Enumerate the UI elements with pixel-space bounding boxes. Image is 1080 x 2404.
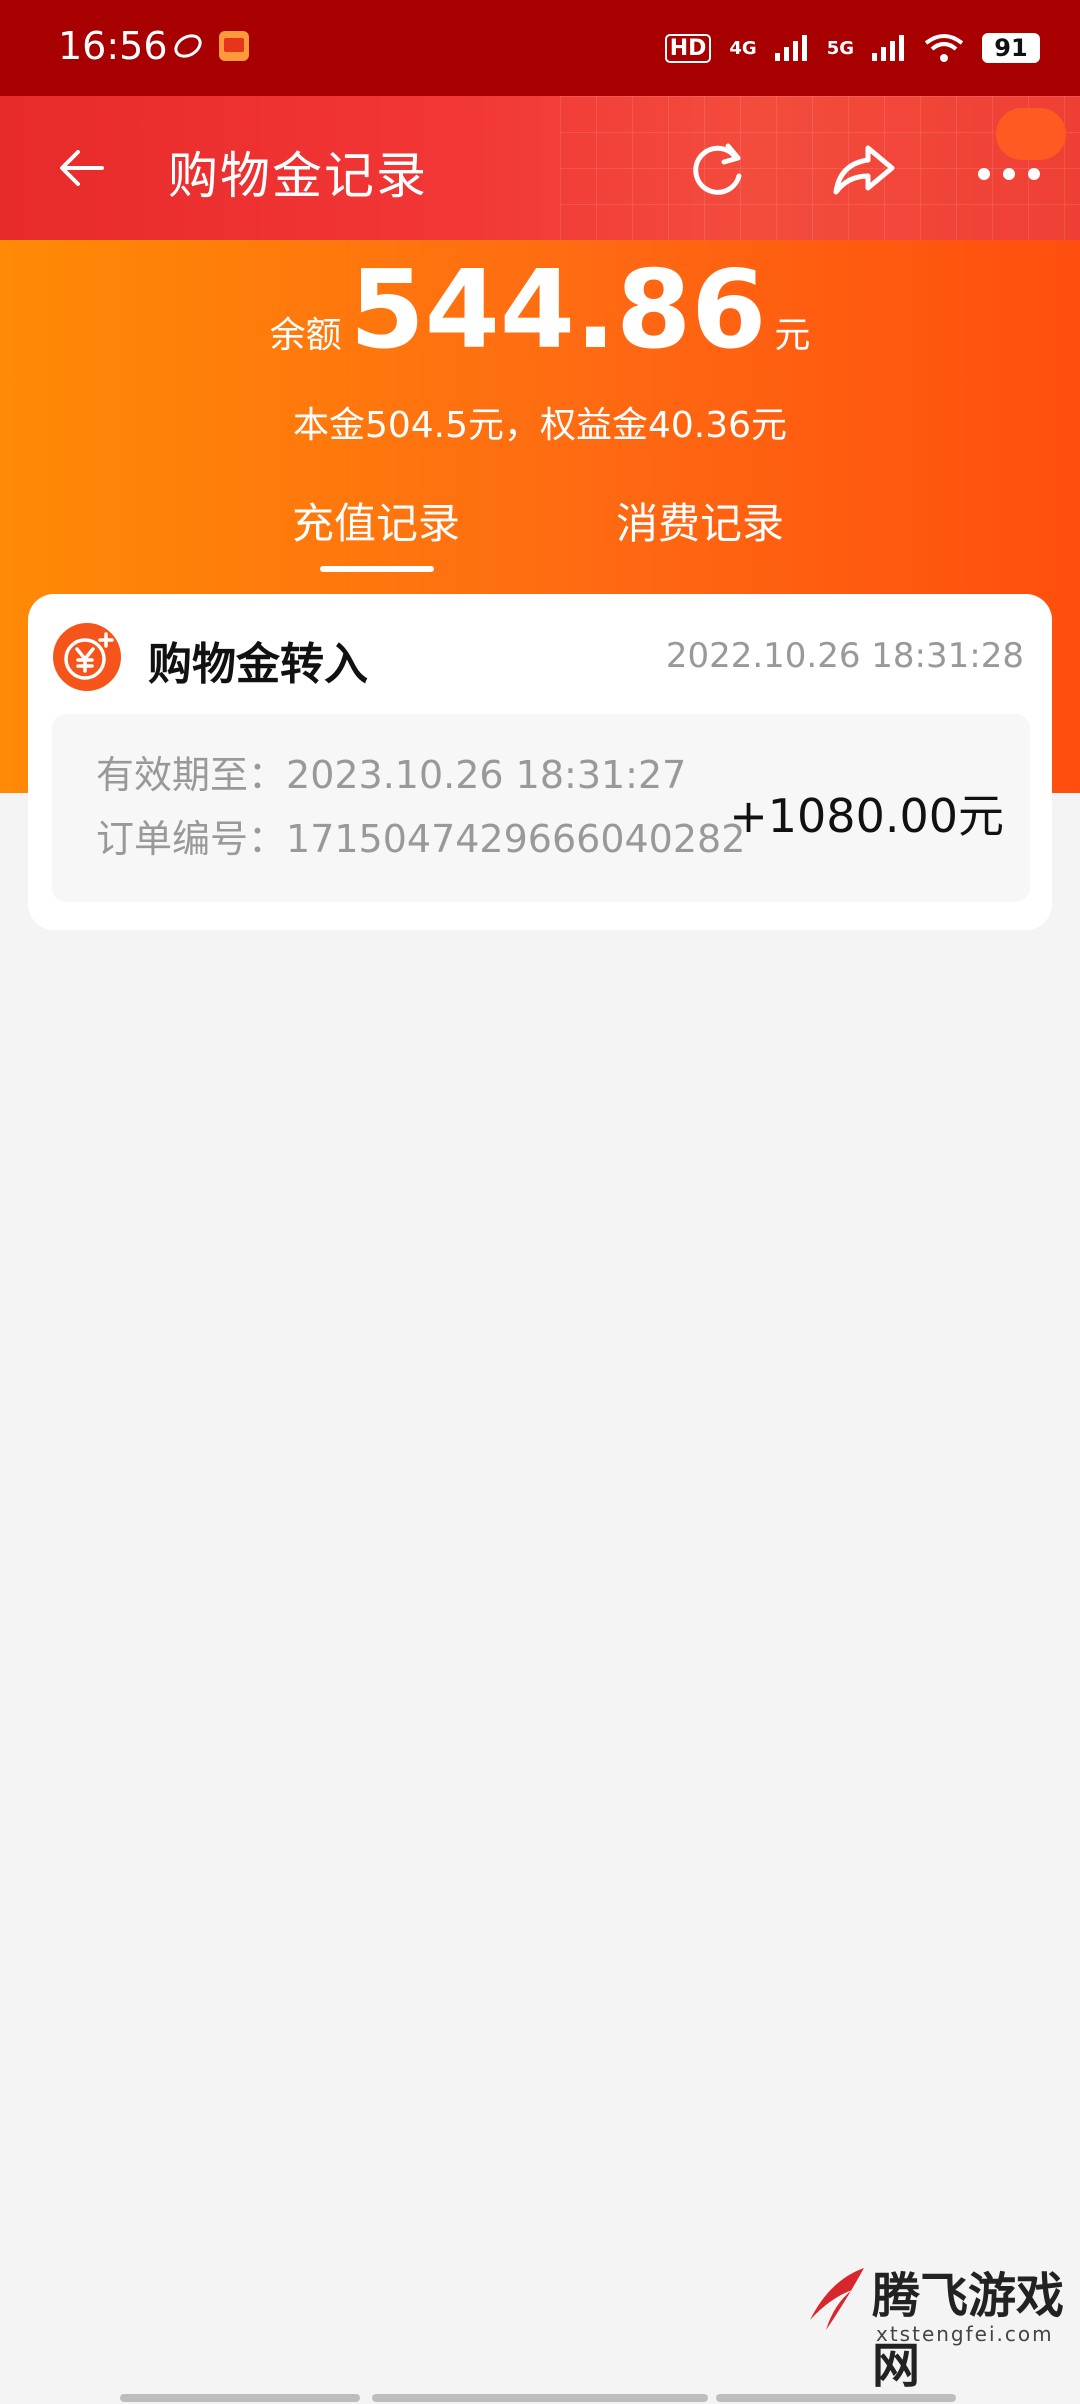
status-bar: 16:56 HD 4G 5G 91 [0, 0, 1080, 96]
taobao-notification-icon [219, 31, 249, 61]
balance-unit: 元 [774, 315, 811, 356]
record-card[interactable]: 购物金转入 2022.10.26 18:31:28 有效期至：2023.10.2… [28, 594, 1052, 930]
signal-bars-icon [774, 35, 807, 61]
order-line: 订单编号：1715047429666040282 [96, 808, 745, 863]
record-amount: +1080.00元 [729, 789, 1004, 843]
hd-indicator: HD [664, 33, 712, 63]
record-detail-box: 有效期至：2023.10.26 18:31:27 订单编号：1715047429… [52, 714, 1030, 902]
yuan-coin-icon [53, 623, 121, 691]
bird-logo-icon [810, 2268, 864, 2330]
order-number: 1715047429666040282 [286, 817, 746, 861]
battery-indicator: 91 [982, 33, 1040, 63]
expire-value: 2023.10.26 18:31:27 [286, 753, 687, 797]
record-tabs: 充值记录 消费记录 [0, 490, 1080, 560]
signal-bars-icon [872, 35, 904, 61]
balance-breakdown: 本金504.5元，权益金40.36元 [292, 405, 788, 446]
app-notification-icon [174, 34, 202, 58]
status-indicators: HD 4G 5G 91 [664, 28, 1040, 68]
share-icon[interactable] [828, 136, 898, 202]
balance-row: 余额544.86 元 [0, 248, 1080, 373]
tab-consumption-records[interactable]: 消费记录 [616, 490, 784, 551]
floating-mini-icon[interactable] [996, 108, 1066, 160]
active-tab-indicator [320, 566, 434, 572]
tab-recharge-records[interactable]: 充值记录 [292, 490, 460, 551]
refresh-icon[interactable] [684, 136, 750, 202]
gesture-bar-center [372, 2394, 708, 2402]
record-title: 购物金转入 [148, 639, 368, 690]
record-time: 2022.10.26 18:31:28 [665, 636, 1024, 676]
balance-value: 544.86 [349, 248, 767, 373]
network-5g-label: 5G [826, 37, 854, 59]
page-title: 购物金记录 [168, 147, 428, 205]
expire-label: 有效期至： [96, 753, 287, 797]
balance-label: 余额 [269, 315, 342, 356]
expire-line: 有效期至：2023.10.26 18:31:27 [96, 744, 686, 799]
gesture-bar-left [120, 2394, 360, 2402]
wifi-icon [924, 34, 964, 62]
gesture-bar-right [716, 2394, 956, 2402]
network-4g-label: 4G [729, 37, 757, 59]
status-time: 16:56 [58, 24, 168, 68]
watermark-url: xtstengfei.com [876, 2322, 1054, 2346]
order-label: 订单编号： [96, 817, 287, 861]
back-arrow-icon[interactable] [54, 140, 110, 196]
site-watermark: 腾飞游戏网 xtstengfei.com [800, 2250, 1070, 2394]
header-bar: 购物金记录 [0, 96, 1080, 240]
